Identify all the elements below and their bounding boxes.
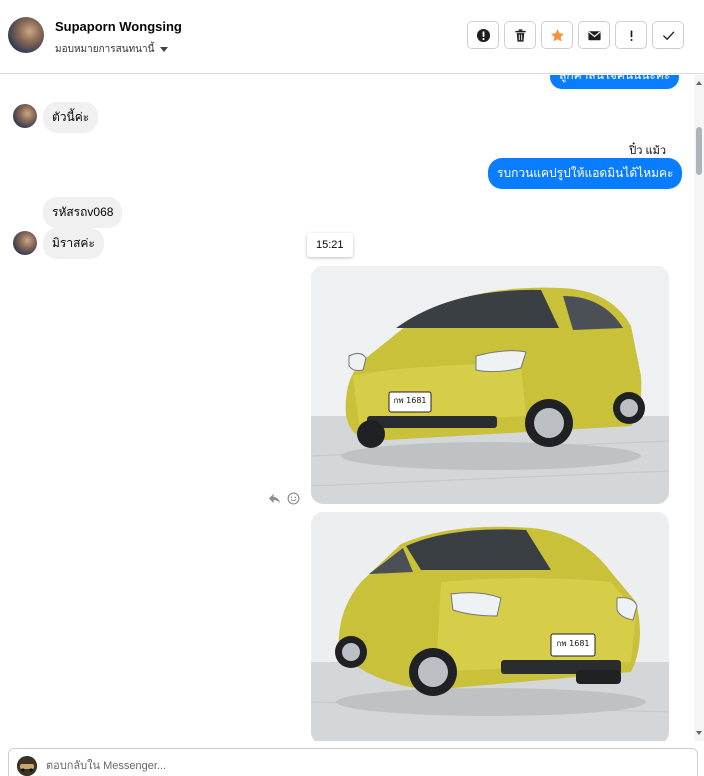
message-thread[interactable]: ลูกค้าสนใจคันนี้นะคะ ตัวนี้ค่ะ ปิ๋ว แม้ว…: [0, 75, 694, 741]
check-icon: [662, 31, 674, 40]
scroll-thumb[interactable]: [696, 127, 702, 175]
mark-unread-button[interactable]: [578, 21, 610, 49]
emoji-react-icon[interactable]: [287, 492, 300, 505]
delete-button[interactable]: [504, 21, 536, 49]
scroll-down-arrow-icon[interactable]: [696, 731, 702, 735]
reply-composer: [8, 748, 698, 776]
photo-attachment[interactable]: กพ 1681: [311, 512, 669, 741]
caret-down-icon: [160, 47, 169, 52]
car-photo-1: กพ 1681: [311, 266, 669, 504]
message-incoming[interactable]: รหัสรถv068: [43, 197, 123, 228]
contact-avatar-small: [13, 104, 37, 128]
contact-name[interactable]: Supaporn Wongsing: [55, 19, 182, 34]
message-outgoing[interactable]: รบกวนแคปรูปให้แอดมินได้ไหมคะ: [488, 158, 683, 189]
mark-spam-button[interactable]: [467, 21, 499, 49]
conversation-toolbar: [467, 21, 684, 49]
exclamation-icon: [629, 29, 633, 41]
alert-circle-icon: [476, 28, 490, 42]
message-incoming[interactable]: ตัวนี้ค่ะ: [43, 102, 99, 133]
contact-avatar-small: [13, 231, 37, 255]
message-timestamp: 15:21: [307, 233, 353, 257]
car-photo-2: กพ 1681: [311, 512, 669, 741]
conversation-header: Supaporn Wongsing มอบหมายการสนทนานี้: [0, 0, 704, 74]
license-plate-text: กพ 1681: [556, 639, 589, 648]
assign-label: มอบหมายการสนทนานี้: [55, 44, 155, 55]
message-incoming[interactable]: มิราสค่ะ: [43, 228, 104, 259]
follow-up-button[interactable]: [541, 21, 573, 49]
reply-icon[interactable]: [268, 492, 281, 505]
message-actions: [268, 492, 300, 505]
priority-button[interactable]: [615, 21, 647, 49]
star-icon: [550, 28, 564, 41]
license-plate-text: กพ 1681: [393, 396, 426, 405]
envelope-icon: [587, 30, 601, 40]
reply-input[interactable]: [46, 756, 646, 776]
photo-attachment[interactable]: กพ 1681: [311, 266, 669, 504]
scrollbar[interactable]: [694, 75, 704, 741]
assign-conversation-dropdown[interactable]: มอบหมายการสนทนานี้: [55, 42, 169, 57]
contact-avatar[interactable]: [8, 17, 44, 53]
page-avatar: [17, 756, 37, 776]
scroll-up-arrow-icon[interactable]: [696, 81, 702, 85]
mark-done-button[interactable]: [652, 21, 684, 49]
trash-icon: [514, 28, 526, 42]
message-outgoing[interactable]: ลูกค้าสนใจคันนี้นะคะ: [550, 75, 680, 89]
sender-name: ปิ๋ว แม้ว: [629, 145, 666, 157]
